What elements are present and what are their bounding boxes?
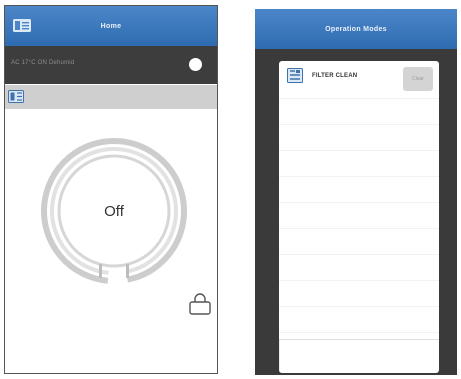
list-item	[279, 281, 439, 307]
list-item-label: FILTER CLEAN	[312, 73, 358, 79]
app-screenshot-canvas: Home AC 17°C ON Dehumid Off Operation Mo…	[0, 0, 461, 379]
list-item	[279, 255, 439, 281]
list-item	[279, 177, 439, 203]
power-state-label: Off	[104, 202, 124, 220]
list-item	[279, 307, 439, 333]
home-screen: Home AC 17°C ON Dehumid Off	[4, 5, 218, 374]
dialog-footer-divider	[279, 339, 439, 340]
list-item	[279, 203, 439, 229]
status-text: AC 17°C ON Dehumid	[11, 60, 75, 66]
list-item[interactable]: FILTER CLEAN Clear	[279, 61, 439, 99]
mode-icon[interactable]	[8, 90, 24, 103]
mode-dialog: FILTER CLEAN Clear	[279, 61, 439, 373]
dialog-footer-edge	[279, 340, 280, 373]
operation-modes-screen: Operation Modes FILTER CLEAN Clear	[255, 9, 457, 375]
list-item	[279, 99, 439, 125]
page-title: Home	[100, 22, 122, 30]
menu-icon[interactable]	[13, 19, 31, 32]
list-item	[279, 125, 439, 151]
home-title-bar: Home	[5, 6, 217, 46]
operation-modes-title: Operation Modes	[325, 25, 387, 33]
lock-icon[interactable]	[187, 291, 213, 317]
operation-modes-title-bar: Operation Modes	[255, 9, 457, 49]
status-bar: AC 17°C ON Dehumid	[5, 46, 217, 84]
mode-strip	[5, 85, 217, 109]
clear-button[interactable]: Clear	[403, 67, 433, 91]
status-toggle[interactable]	[189, 58, 202, 71]
list-item	[279, 229, 439, 255]
filter-icon	[287, 68, 303, 83]
list-item	[279, 151, 439, 177]
